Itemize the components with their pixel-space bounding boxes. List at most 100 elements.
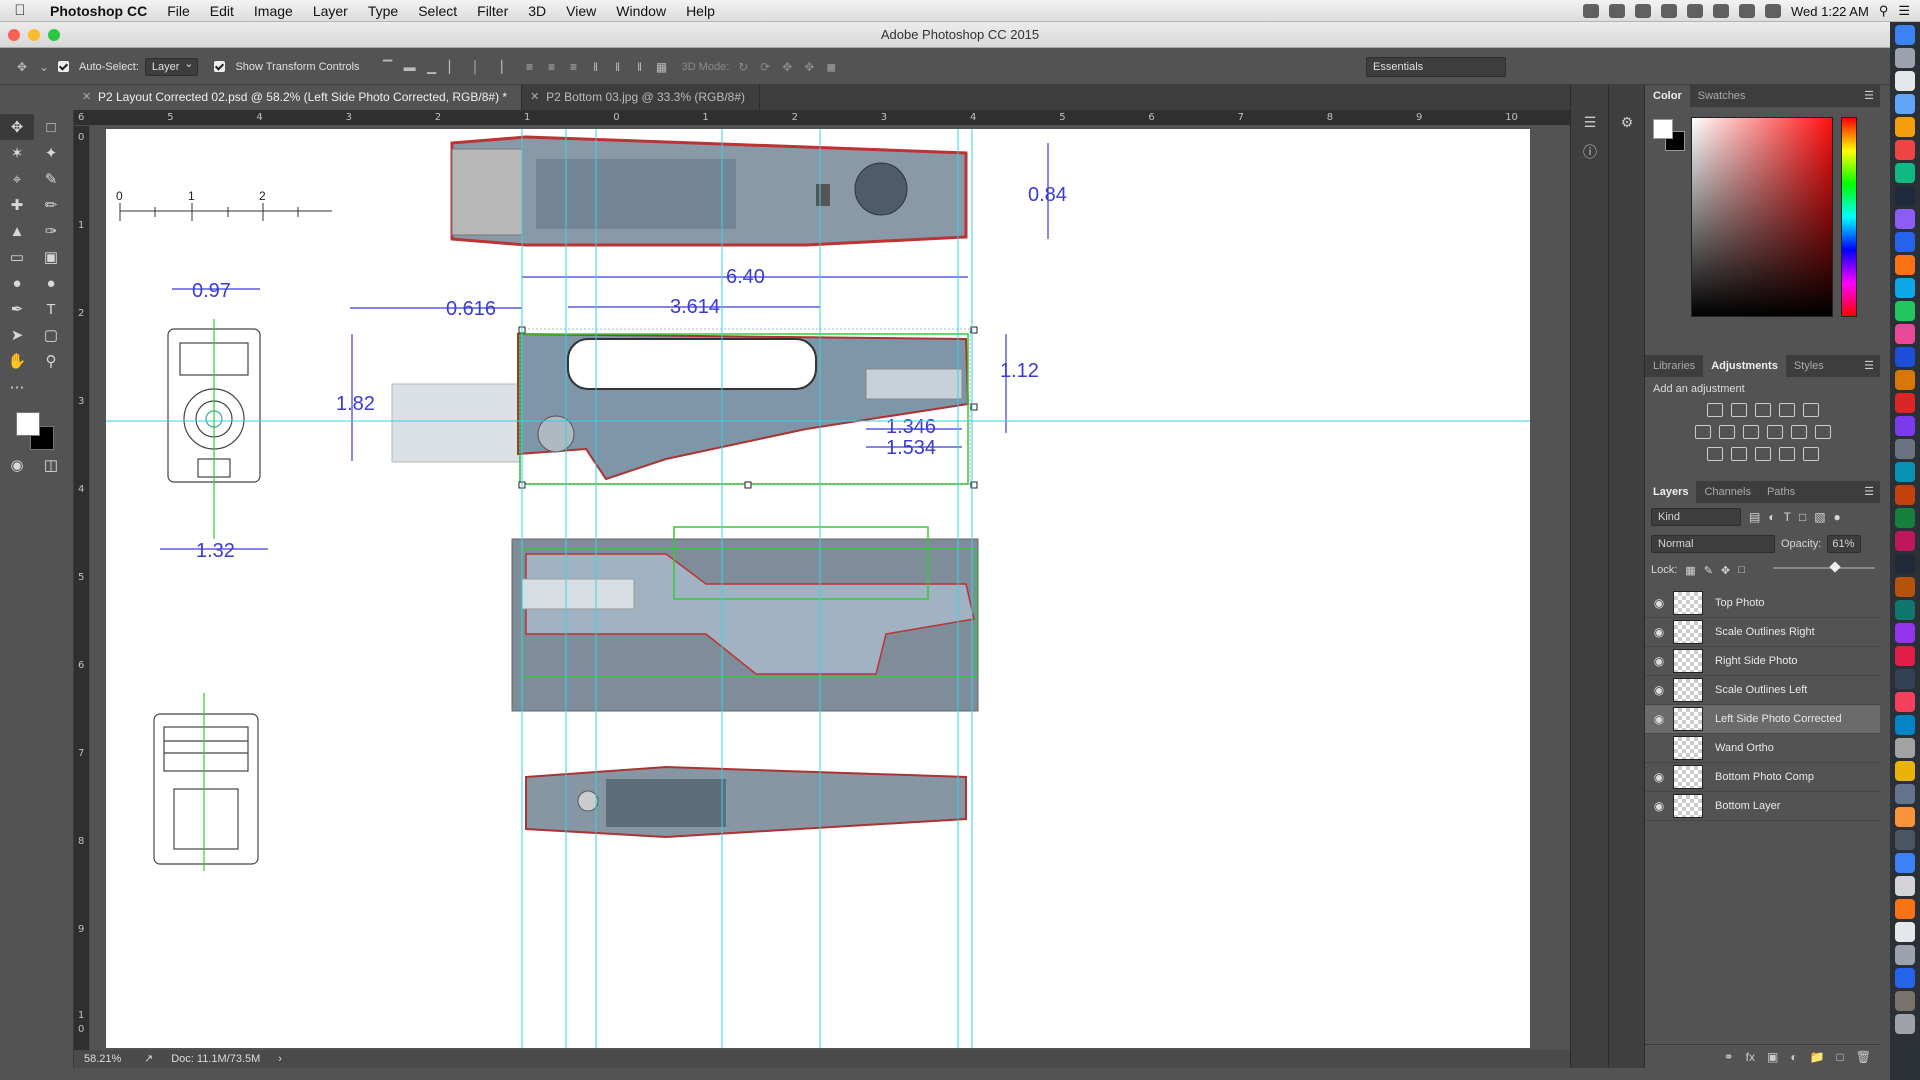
dock-app-icon[interactable] (1895, 876, 1915, 896)
move-tool-preset-icon[interactable]: ✥ (14, 60, 30, 74)
threshold-icon[interactable] (1754, 447, 1771, 461)
layer-style-icon[interactable]: fx (1746, 1050, 1755, 1064)
dock-app-icon[interactable] (1895, 945, 1915, 965)
workspace-dropdown[interactable]: Essentials (1366, 57, 1506, 77)
crop-tool-icon[interactable]: ⌖ (0, 166, 34, 192)
info-panel-icon[interactable]: ⓘ (1571, 137, 1609, 167)
layer-row[interactable]: ◉ Bottom Photo Comp (1645, 763, 1880, 792)
dock-app-icon[interactable] (1895, 393, 1915, 413)
export-icon[interactable]: ↗ (144, 1050, 153, 1068)
black-white-icon[interactable] (1742, 425, 1759, 439)
spotlight-icon[interactable]: ⚲ (1879, 3, 1889, 19)
volume-icon[interactable] (1765, 4, 1781, 18)
dock-app-icon[interactable] (1895, 577, 1915, 597)
dock-app-icon[interactable] (1895, 554, 1915, 574)
layer-row[interactable]: ◉ Scale Outlines Left (1645, 676, 1880, 705)
lock-transparent-icon[interactable]: ▦ (1685, 564, 1695, 577)
photo-filter-icon[interactable] (1766, 425, 1783, 439)
distribute-left-icon[interactable]: ‖ (588, 60, 604, 74)
selective-color-icon[interactable] (1778, 447, 1795, 461)
dock-app-icon[interactable] (1895, 209, 1915, 229)
dock-app-icon[interactable] (1895, 899, 1915, 919)
dock-app-icon[interactable] (1895, 830, 1915, 850)
orbit-3d-icon[interactable]: ↻ (735, 60, 751, 74)
channel-mixer-icon[interactable] (1790, 425, 1807, 439)
distribute-vcenter-icon[interactable]: ≡ (544, 60, 560, 74)
menu-filter[interactable]: Filter (467, 0, 518, 22)
layer-filter-kind[interactable]: Kind (1651, 508, 1741, 526)
tab-p2-layout[interactable]: ✕ P2 Layout Corrected 02.psd @ 58.2% (Le… (74, 85, 523, 110)
lock-artboard-icon[interactable]: □ (1738, 564, 1745, 576)
tab-p2-bottom[interactable]: ✕ P2 Bottom 03.jpg @ 33.3% (RGB/8#) (522, 85, 761, 110)
dock-app-icon[interactable] (1895, 784, 1915, 804)
foreground-color-swatch[interactable] (1653, 119, 1673, 139)
notification-icon[interactable]: ☰ (1898, 3, 1910, 19)
dock-app-icon[interactable] (1895, 968, 1915, 988)
visibility-eye-icon[interactable]: ◉ (1645, 596, 1673, 610)
dock-app-icon[interactable] (1895, 48, 1915, 68)
align-hcenter-icon[interactable]: │ (468, 60, 484, 74)
add-mask-icon[interactable]: ▣ (1767, 1050, 1778, 1064)
gradient-tool-icon[interactable]: ▣ (34, 244, 68, 270)
dock-app-icon[interactable] (1895, 301, 1915, 321)
menu-3d[interactable]: 3D (518, 0, 556, 22)
color-balance-icon[interactable] (1718, 425, 1735, 439)
lock-position-icon[interactable]: ✥ (1721, 564, 1730, 577)
drive-icon[interactable] (1609, 4, 1625, 18)
menu-window[interactable]: Window (606, 0, 676, 22)
tab-libraries[interactable]: Libraries (1645, 355, 1703, 377)
dock-app-icon[interactable] (1895, 117, 1915, 137)
layer-row[interactable]: ◉ Top Photo (1645, 589, 1880, 618)
layer-row[interactable]: Wand Ortho (1645, 734, 1880, 763)
dock-app-icon[interactable] (1895, 531, 1915, 551)
distribute-top-icon[interactable]: ≡ (522, 60, 538, 74)
curves-icon[interactable] (1754, 403, 1771, 417)
screen-mode-icon[interactable]: ◫ (34, 452, 68, 478)
tab-channels[interactable]: Channels (1696, 481, 1758, 503)
tab-adjustments[interactable]: Adjustments (1703, 355, 1786, 377)
menu-help[interactable]: Help (676, 0, 725, 22)
rectangle-tool-icon[interactable]: ▢ (34, 322, 68, 348)
dock-app-icon[interactable] (1895, 646, 1915, 666)
hue-slider[interactable] (1841, 117, 1857, 317)
menu-view[interactable]: View (556, 0, 606, 22)
apple-icon[interactable]:  (0, 2, 40, 19)
chevron-down-icon[interactable]: ⌄ (36, 60, 52, 74)
distribute-right-icon[interactable]: ‖ (632, 60, 648, 74)
quick-mask-icon[interactable]: ◉ (0, 452, 34, 478)
dock-app-icon[interactable] (1895, 232, 1915, 252)
opacity-slider-knob[interactable] (1829, 561, 1841, 573)
properties-panel-icon[interactable]: ☰ (1571, 107, 1609, 137)
auto-select-checkbox[interactable] (58, 61, 69, 72)
dock-app-icon[interactable] (1895, 623, 1915, 643)
brush-tool-icon[interactable]: ✏ (34, 192, 68, 218)
menu-image[interactable]: Image (244, 0, 303, 22)
menu-file[interactable]: File (157, 0, 200, 22)
canvas-area[interactable]: 0 1 2 0.84 6.40 0.616 3.614 1.12 0.97 1.… (90, 126, 1594, 1050)
brightness-contrast-icon[interactable] (1706, 403, 1723, 417)
bluetooth-icon[interactable] (1713, 4, 1729, 18)
align-left-icon[interactable]: ▏ (446, 60, 462, 74)
zoom-window-icon[interactable] (48, 29, 60, 41)
visibility-eye-icon[interactable]: ◉ (1645, 799, 1673, 813)
dock-app-icon[interactable] (1895, 278, 1915, 298)
layer-row[interactable]: ◉ Scale Outlines Right (1645, 618, 1880, 647)
auto-select-dropdown[interactable]: Layer (144, 57, 199, 76)
roll-3d-icon[interactable]: ⟳ (757, 60, 773, 74)
invert-icon[interactable] (1706, 447, 1723, 461)
distribute-bottom-icon[interactable]: ≡ (566, 60, 582, 74)
dock-app-icon[interactable] (1895, 807, 1915, 827)
tab-swatches[interactable]: Swatches (1690, 85, 1754, 107)
panel-menu-icon[interactable]: ☰ (1864, 85, 1874, 107)
app-menu[interactable]: Photoshop CC (40, 0, 157, 22)
dock-app-icon[interactable] (1895, 738, 1915, 758)
cloud-icon[interactable] (1635, 4, 1651, 18)
posterize-icon[interactable] (1730, 447, 1747, 461)
close-window-icon[interactable] (8, 29, 20, 41)
dropbox-icon[interactable] (1583, 4, 1599, 18)
slide-3d-icon[interactable]: ✥ (801, 60, 817, 74)
dock-app-icon[interactable] (1895, 186, 1915, 206)
dock-app-icon[interactable] (1895, 761, 1915, 781)
filter-shape-icon[interactable]: □ (1799, 510, 1806, 524)
visibility-eye-icon[interactable]: ◉ (1645, 654, 1673, 668)
